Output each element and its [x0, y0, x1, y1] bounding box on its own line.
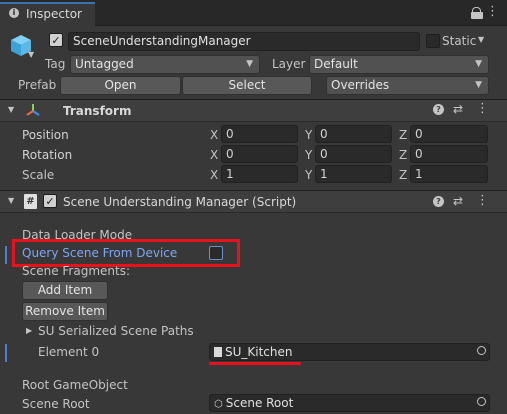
scale-x-field[interactable]: 1 [221, 165, 298, 183]
active-checkbox[interactable]: ✓ [49, 33, 63, 47]
scene-root-value: Scene Root [225, 396, 294, 410]
tag-dropdown[interactable]: Untagged ▼ [70, 55, 260, 74]
scale-label: Scale [22, 168, 55, 182]
gameobject-icon: ⬡ [214, 399, 223, 410]
lock-icon-body [471, 12, 483, 19]
preset-sliders-icon[interactable]: ⇄ [453, 193, 463, 209]
root-gameobject-heading: Root GameObject [22, 378, 128, 392]
static-chevron-icon[interactable]: ▼ [478, 35, 484, 44]
tag-label: Tag [45, 57, 66, 71]
rotation-y-field[interactable]: 0 [315, 145, 392, 163]
prefab-overrides-dropdown[interactable]: Overrides ▼ [326, 76, 489, 95]
static-checkbox[interactable] [426, 34, 440, 48]
axis-z-label: Z [399, 148, 408, 162]
rotation-label: Rotation [22, 148, 73, 162]
scene-root-object-field[interactable]: ⬡ Scene Root [209, 394, 490, 412]
scene-fragments-label: Scene Fragments: [22, 264, 131, 278]
prefab-label: Prefab [18, 78, 57, 92]
left-focus-bar [5, 344, 7, 362]
icon-dropdown-chevron[interactable]: ▼ [28, 50, 34, 59]
chevron-down-icon: ▼ [475, 80, 482, 90]
axis-x-label: X [210, 168, 219, 182]
kebab-menu-icon[interactable]: ⋮ [486, 4, 499, 20]
script-file-icon: # [24, 194, 37, 209]
rotation-z-field[interactable]: 0 [410, 145, 488, 163]
kebab-menu-icon[interactable]: ⋮ [476, 193, 489, 209]
element-0-red-underline [209, 362, 301, 365]
axis-y-label: Y [305, 168, 313, 182]
element-0-object-field[interactable]: SU_Kitchen [209, 343, 490, 361]
axis-z-label: Z [399, 168, 408, 182]
layer-label: Layer [272, 57, 306, 71]
kebab-menu-icon[interactable]: ⋮ [476, 101, 489, 117]
overrides-value: Overrides [331, 78, 390, 92]
chevron-down-icon: ▼ [246, 59, 253, 69]
remove-item-button[interactable]: Remove Item [22, 302, 108, 321]
chevron-down-icon: ▼ [475, 59, 482, 69]
layer-dropdown[interactable]: Default ▼ [309, 55, 489, 74]
su-scene-paths-label[interactable]: SU Serialized Scene Paths [38, 323, 194, 339]
position-label: Position [22, 128, 69, 142]
axis-y-label: Y [305, 128, 313, 142]
help-icon[interactable]: ? [433, 196, 444, 207]
position-x-field[interactable]: 0 [221, 125, 298, 143]
scale-y-field[interactable]: 1 [315, 165, 392, 183]
scene-root-label: Scene Root [22, 397, 90, 411]
add-item-button[interactable]: Add Item [22, 281, 108, 300]
query-scene-label[interactable]: Query Scene From Device [22, 245, 177, 261]
preset-sliders-icon[interactable]: ⇄ [453, 101, 463, 117]
element-0-label: Element 0 [38, 345, 100, 359]
static-label[interactable]: Static [442, 33, 476, 49]
prefab-open-button[interactable]: Open [60, 76, 181, 95]
object-picker-icon[interactable] [477, 397, 486, 406]
foldout-expanded-icon[interactable]: ▼ [8, 196, 14, 205]
rotation-x-field[interactable]: 0 [221, 145, 298, 163]
text-asset-icon [214, 347, 222, 357]
axis-x-label: X [210, 148, 219, 162]
tag-value: Untagged [75, 57, 134, 71]
layer-value: Default [314, 57, 358, 71]
foldout-expanded-icon[interactable]: ▼ [8, 105, 14, 114]
info-icon: i [9, 8, 19, 18]
object-name-field[interactable]: SceneUnderstandingManager [68, 32, 420, 51]
left-focus-bar [5, 246, 7, 264]
script-title: Scene Understanding Manager (Script) [63, 195, 297, 209]
axis-y-label: Y [305, 148, 313, 162]
prefab-select-button[interactable]: Select [182, 76, 312, 95]
transform-title: Transform [63, 104, 132, 118]
axis-z-label: Z [399, 128, 408, 142]
object-picker-icon[interactable] [477, 346, 486, 355]
element-0-value: SU_Kitchen [225, 345, 293, 359]
tab-title: Inspector [26, 7, 82, 21]
query-scene-checkbox[interactable] [209, 246, 223, 260]
foldout-collapsed-icon[interactable]: ▶ [26, 326, 32, 335]
scale-z-field[interactable]: 1 [410, 165, 488, 183]
position-z-field[interactable]: 0 [410, 125, 488, 143]
transform-axes-icon [25, 102, 41, 118]
position-y-field[interactable]: 0 [315, 125, 392, 143]
script-enabled-checkbox[interactable]: ✓ [43, 194, 57, 208]
help-icon[interactable]: ? [433, 104, 444, 115]
axis-x-label: X [210, 128, 219, 142]
